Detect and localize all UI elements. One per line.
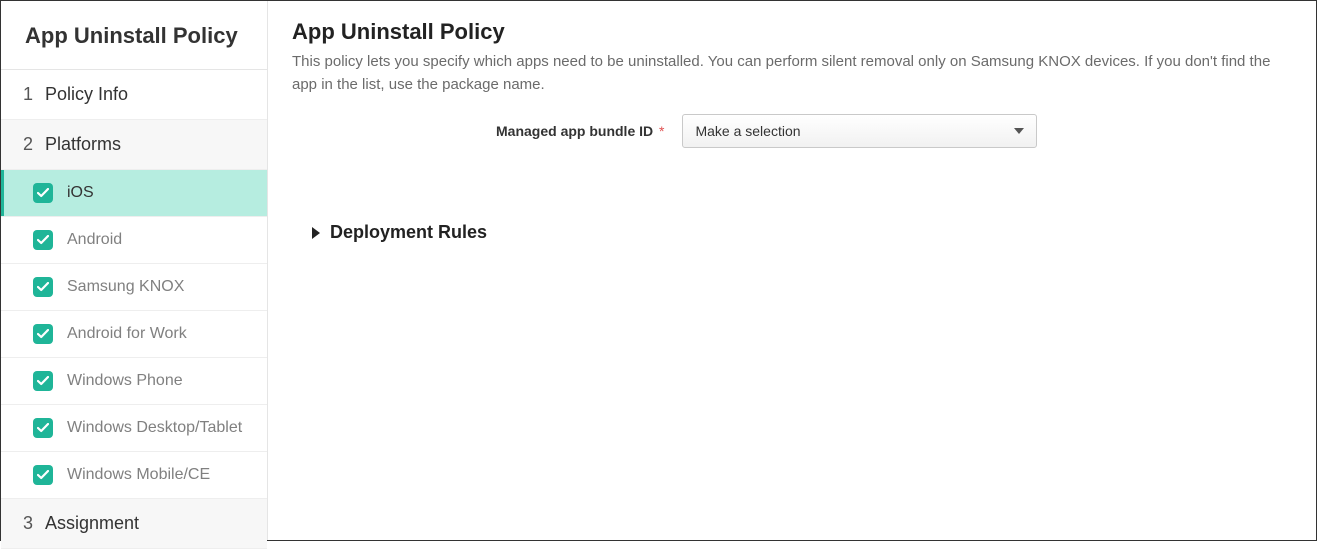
checkmark-icon [33,183,53,203]
required-asterisk: * [659,123,664,139]
checkmark-icon [33,277,53,297]
field-label-bundle-id: Managed app bundle ID * [496,123,664,139]
field-label-text: Managed app bundle ID [496,123,653,139]
bundle-id-select[interactable]: Make a selection [682,114,1037,148]
step-label: Platforms [45,134,121,155]
step-number: 1 [23,84,45,105]
step-label: Policy Info [45,84,128,105]
page-title: App Uninstall Policy [292,19,1292,45]
triangle-right-icon [312,227,320,239]
platform-item-ios[interactable]: iOS [1,170,267,217]
step-policy-info[interactable]: 1 Policy Info [1,70,267,120]
caret-down-icon [1014,128,1024,134]
checkmark-icon [33,418,53,438]
step-assignment[interactable]: 3 Assignment [1,499,267,549]
platform-item-android[interactable]: Android [1,217,267,264]
checkmark-icon [33,324,53,344]
main-panel: App Uninstall Policy This policy lets yo… [268,1,1316,540]
step-platforms[interactable]: 2 Platforms [1,120,267,170]
platform-label: iOS [67,184,94,202]
form-row-bundle-id: Managed app bundle ID * Make a selection [292,114,1292,148]
step-number: 3 [23,513,45,534]
select-placeholder: Make a selection [695,123,800,139]
checkmark-icon [33,230,53,250]
platform-item-windows-phone[interactable]: Windows Phone [1,358,267,405]
step-number: 2 [23,134,45,155]
platform-label: Samsung KNOX [67,278,184,296]
platform-item-android-for-work[interactable]: Android for Work [1,311,267,358]
platform-label: Windows Mobile/CE [67,466,210,484]
deployment-rules-toggle[interactable]: Deployment Rules [292,222,1292,243]
sidebar: App Uninstall Policy 1 Policy Info 2 Pla… [1,1,268,540]
step-label: Assignment [45,513,139,534]
platform-item-samsung-knox[interactable]: Samsung KNOX [1,264,267,311]
platform-item-windows-mobile-ce[interactable]: Windows Mobile/CE [1,452,267,499]
platform-label: Android for Work [67,325,187,343]
platform-item-windows-desktop-tablet[interactable]: Windows Desktop/Tablet [1,405,267,452]
platform-label: Windows Desktop/Tablet [67,419,242,437]
checkmark-icon [33,371,53,391]
platform-label: Android [67,231,122,249]
platform-label: Windows Phone [67,372,183,390]
checkmark-icon [33,465,53,485]
sidebar-title: App Uninstall Policy [1,1,267,70]
platform-list: iOS Android Samsung KNOX Android for Wor… [1,170,267,499]
page-description: This policy lets you specify which apps … [292,51,1292,96]
deployment-rules-label: Deployment Rules [330,222,487,243]
